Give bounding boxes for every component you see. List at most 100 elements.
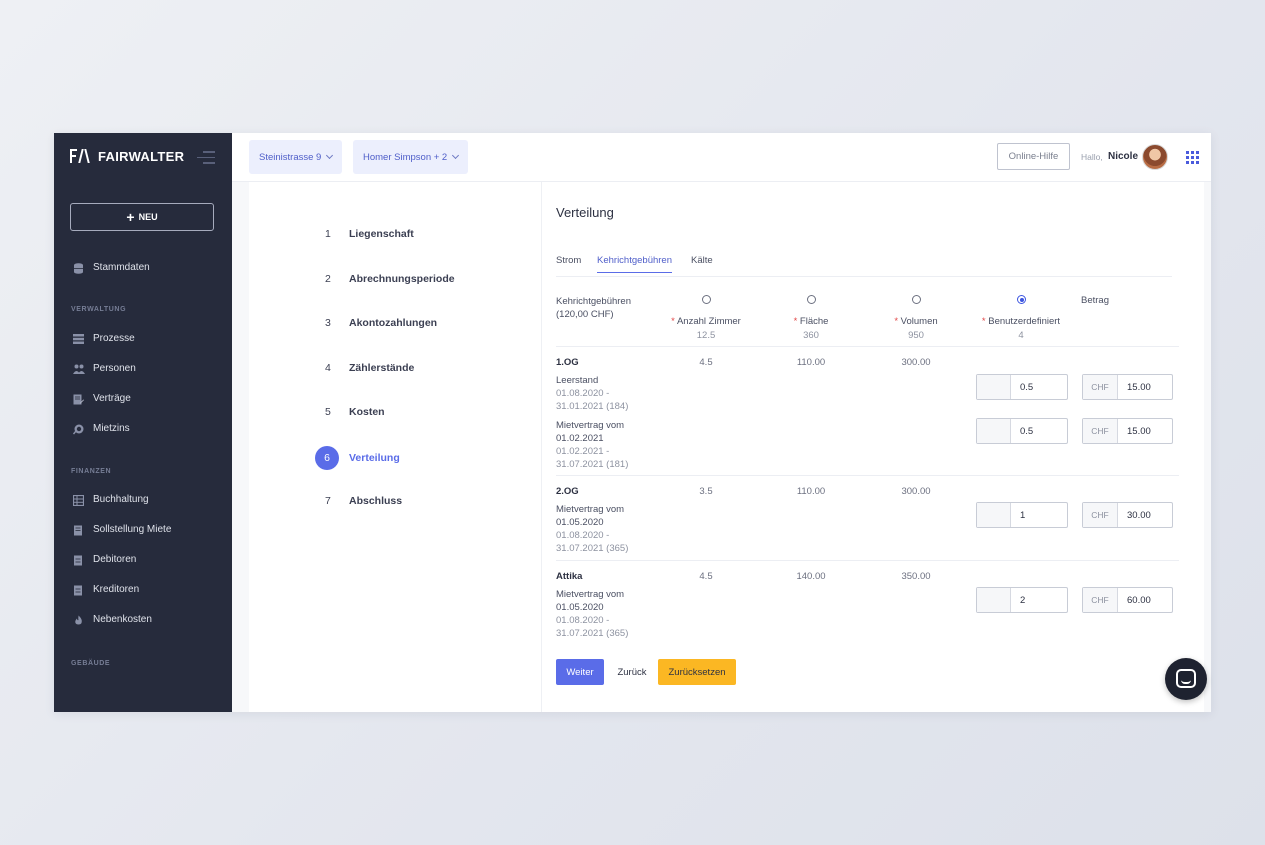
radio-anzahl-zimmer[interactable] (702, 295, 711, 304)
invoice-icon (73, 525, 84, 535)
divider (556, 346, 1179, 347)
step-label: Abrechnungsperiode (349, 273, 455, 285)
page-title: Verteilung (556, 205, 614, 220)
tenancy-entry: Leerstand 01.08.2020 - 31.01.2021 (184) (556, 374, 628, 413)
chat-launcher-button[interactable] (1165, 658, 1207, 700)
ledger-icon (72, 494, 85, 506)
section-finanzen: FINANZEN (71, 468, 112, 475)
share-input-group (976, 418, 1068, 444)
amount-input[interactable] (1118, 588, 1172, 612)
sidebar-item-buchhaltung[interactable]: Buchhaltung (72, 494, 149, 506)
cost-type-name: Kehrichtgebühren (556, 296, 631, 307)
unit-zimmer: 4.5 (699, 571, 713, 582)
radio-flaeche[interactable] (807, 295, 816, 304)
step-zaehlerstaende[interactable]: 4 Zählerstände (315, 362, 414, 374)
apps-grid-icon[interactable] (1186, 151, 1199, 164)
sidebar-item-kreditoren[interactable]: Kreditoren (73, 584, 139, 595)
step-label: Verteilung (349, 452, 400, 464)
unit-zimmer: 3.5 (699, 486, 713, 497)
divider (556, 560, 1179, 561)
sidebar-item-sollstellung-miete[interactable]: Sollstellung Miete (73, 524, 171, 535)
sidebar-item-mietzins[interactable]: Mietzins (72, 423, 130, 434)
property-selector[interactable]: Steinistrasse 9 (249, 140, 343, 174)
amount-input-group: CHF (1082, 502, 1173, 528)
column-header-label: Volumen (900, 316, 938, 327)
column-total: 360 (803, 330, 819, 341)
radio-volumen[interactable] (912, 295, 921, 304)
avatar[interactable] (1142, 144, 1168, 170)
step-abrechnungsperiode[interactable]: 2 Abrechnungsperiode (315, 273, 455, 285)
fairwalter-logo-icon (70, 148, 92, 164)
step-liegenschaft[interactable]: 1 Liegenschaft (315, 228, 414, 240)
unit-name: Attika (556, 571, 583, 582)
entry-title: Mietvertrag vom (556, 504, 625, 515)
step-number: 4 (325, 362, 331, 374)
sidebar-item-label: Debitoren (93, 554, 137, 565)
unit-name: 2.OG (556, 486, 579, 497)
sidebar-item-vertraege[interactable]: Verträge (73, 393, 131, 404)
step-akontozahlungen[interactable]: 3 Akontozahlungen (315, 317, 437, 329)
section-gebaeude: GEBÄUDE (71, 660, 111, 667)
sidebar-item-prozesse[interactable]: Prozesse (73, 333, 135, 344)
currency-prefix: CHF (1083, 588, 1118, 612)
step-label: Abschluss (349, 495, 403, 507)
unit-flaeche: 110.00 (796, 357, 826, 368)
user-name: Nicole (1108, 151, 1139, 162)
entry-period-start: 01.08.2020 - (556, 388, 610, 399)
sidebar-item-personen[interactable]: Personen (73, 363, 136, 374)
next-button[interactable]: Weiter (556, 659, 604, 685)
chevron-down-icon (452, 151, 460, 160)
share-input[interactable] (1011, 419, 1067, 443)
share-input[interactable] (1011, 588, 1067, 612)
sidebar-item-nebenkosten[interactable]: Nebenkosten (73, 614, 152, 625)
tab-kehrichtgebuehren[interactable]: Kehrichtgebühren (597, 255, 672, 273)
tab-kaelte[interactable]: Kälte (691, 255, 713, 266)
amount-input-group: CHF (1082, 418, 1173, 444)
share-input[interactable] (1011, 503, 1067, 527)
entry-period-end: 31.01.2021 (184) (556, 401, 629, 412)
back-button[interactable]: Zurück (611, 659, 653, 685)
online-help-button[interactable]: Online-Hilfe (997, 143, 1070, 170)
step-number: 2 (325, 273, 331, 285)
sidebar: FAIRWALTER + NEU Stammdaten VERWALTUNG P… (54, 133, 232, 712)
cost-type-total: (120,00 CHF) (556, 309, 614, 320)
sidebar-item-stammdaten[interactable]: Stammdaten (73, 262, 150, 274)
sidebar-item-label: Buchhaltung (93, 494, 149, 505)
menu-toggle-icon[interactable] (197, 151, 215, 165)
person-selector[interactable]: Homer Simpson + 2 (353, 140, 469, 174)
tab-strom[interactable]: Strom (556, 255, 581, 266)
unit-zimmer: 4.5 (699, 357, 713, 368)
section-verwaltung: VERWALTUNG (71, 306, 127, 313)
step-verteilung[interactable]: 6 Verteilung (315, 446, 400, 470)
amount-input[interactable] (1118, 419, 1172, 443)
column-header-flaeche: * Fläche (756, 316, 866, 327)
share-input-group (976, 587, 1068, 613)
top-header: Steinistrasse 9 Homer Simpson + 2 Online… (232, 133, 1211, 182)
wizard-steps: 1 Liegenschaft 2 Abrechnungsperiode 3 Ak… (249, 182, 542, 712)
sidebar-item-debitoren[interactable]: Debitoren (73, 554, 136, 565)
sidebar-item-label: Prozesse (93, 333, 135, 344)
new-button[interactable]: + NEU (70, 203, 214, 231)
column-total: 12.5 (696, 330, 716, 341)
debtor-icon (73, 555, 84, 565)
unit-volumen: 300.00 (901, 357, 931, 368)
step-label: Akontozahlungen (349, 317, 438, 329)
radio-benutzerdefiniert[interactable] (1017, 295, 1026, 304)
amount-input[interactable] (1118, 503, 1172, 527)
sidebar-item-label: Personen (93, 363, 136, 374)
chevron-down-icon (326, 151, 334, 160)
amount-input-group: CHF (1082, 374, 1173, 400)
coins-icon (72, 424, 84, 434)
creditor-icon (73, 585, 84, 595)
step-abschluss[interactable]: 7 Abschluss (315, 495, 402, 507)
amount-input[interactable] (1118, 375, 1172, 399)
reset-button[interactable]: Zurücksetzen (658, 659, 736, 685)
unit-name: 1.OG (556, 357, 579, 368)
tenancy-entry: Mietvertrag vom 01.05.2020 01.08.2020 - … (556, 503, 628, 555)
step-number: 6 (315, 446, 339, 470)
sidebar-item-label: Mietzins (93, 423, 130, 434)
logo[interactable]: FAIRWALTER (70, 148, 184, 164)
step-kosten[interactable]: 5 Kosten (315, 406, 385, 418)
column-header-label: Fläche (799, 316, 829, 327)
share-input[interactable] (1011, 375, 1067, 399)
